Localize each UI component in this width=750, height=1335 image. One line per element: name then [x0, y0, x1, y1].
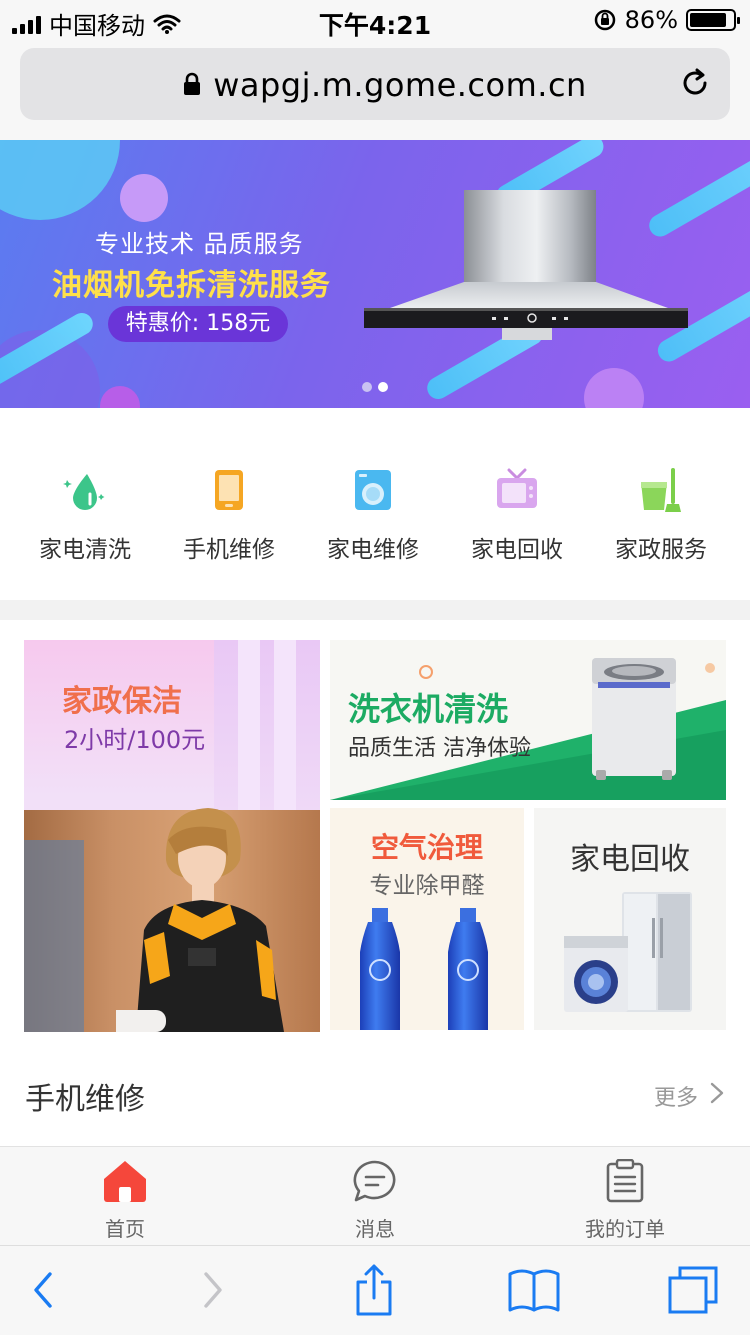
washing-machine-image: [592, 658, 676, 780]
browser-toolbar: [0, 1245, 750, 1335]
appliances-image: [564, 892, 692, 1012]
category-housekeeping[interactable]: 家政服务: [589, 466, 733, 564]
promo-title: 洗衣机清洗: [348, 690, 509, 728]
home-icon: [104, 1161, 146, 1202]
promo-subtitle: 品质生活 洁净体验: [348, 736, 531, 761]
carousel-dots: [362, 382, 388, 392]
category-label: 家政服务: [615, 537, 707, 563]
section-title: 手机维修: [25, 1082, 145, 1117]
promo-title: 空气治理: [370, 831, 483, 864]
promo-subtitle: 2小时/100元: [64, 726, 206, 754]
battery-percent: 86%: [624, 6, 678, 34]
category-appliance-repair[interactable]: 家电维修: [301, 466, 445, 564]
section-header-phone-repair: 手机维修 更多: [0, 1040, 750, 1146]
reload-icon[interactable]: [678, 66, 712, 100]
promo-subtitle: 专业除甲醛: [369, 873, 485, 899]
category-label: 家电清洗: [39, 537, 131, 563]
promo-banner[interactable]: 专业技术 品质服务 油烟机免拆清洗服务 特惠价: 158元: [0, 140, 750, 408]
tab-label: 我的订单: [585, 1217, 665, 1241]
banner-price-badge: 特惠价: 158元: [108, 306, 288, 342]
back-icon[interactable]: [16, 1264, 72, 1316]
banner-decoration: [100, 386, 140, 408]
category-phone-repair[interactable]: 手机维修: [157, 466, 301, 564]
promo-housekeeping[interactable]: 家政保洁 2小时/100元: [24, 640, 320, 1032]
status-bar: 中国移动 下午4:21 86%: [0, 0, 750, 42]
promo-decoration: [238, 640, 260, 810]
promo-decoration: [24, 840, 84, 1032]
address-bar[interactable]: wapgj.m.gome.com.cn: [20, 48, 730, 120]
washer-icon: [355, 470, 391, 510]
water-drop-icon: [63, 474, 105, 510]
order-list-icon: [606, 1158, 644, 1203]
banner-decoration: [120, 174, 168, 222]
bucket-mop-icon: [641, 468, 681, 512]
status-right-group: 86%: [593, 6, 740, 34]
carousel-dot[interactable]: [378, 382, 388, 392]
banner-tagline: 专业技术 品质服务: [95, 230, 304, 258]
app-tab-bar: 首页 消息 我的订单: [0, 1146, 750, 1245]
promo-decoration: [214, 640, 320, 810]
share-icon[interactable]: [346, 1264, 402, 1316]
category-appliance-recycling[interactable]: 家电回收: [445, 466, 589, 564]
tab-label: 首页: [105, 1217, 145, 1241]
more-link[interactable]: 更多: [654, 1080, 698, 1112]
tab-home[interactable]: 首页: [0, 1159, 250, 1242]
banner-decoration: [0, 140, 120, 220]
banner-decoration: [584, 368, 644, 408]
rotation-lock-icon: [594, 9, 615, 31]
browser-address-area: wapgj.m.gome.com.cn: [0, 42, 750, 141]
battery-icon: [686, 9, 740, 31]
tab-messages[interactable]: 消息: [250, 1159, 500, 1242]
housekeeper-image: [116, 808, 284, 1032]
banner-headline: 油烟机免拆清洗服务: [52, 268, 331, 303]
category-appliance-cleaning[interactable]: 家电清洗: [13, 466, 157, 564]
promo-decoration: [274, 640, 296, 810]
promo-air-treatment[interactable]: 空气治理 专业除甲醛: [330, 808, 524, 1030]
range-hood-image: [364, 190, 688, 340]
purifier-bottles-image: [360, 908, 488, 1030]
promo-appliance-recycling[interactable]: 家电回收: [534, 808, 726, 1030]
url-text[interactable]: wapgj.m.gome.com.cn: [20, 66, 750, 104]
promo-title: 家政保洁: [62, 684, 182, 719]
promo-washer-cleaning[interactable]: 洗衣机清洗 品质生活 洁净体验: [330, 640, 726, 800]
forward-icon[interactable]: [184, 1264, 240, 1316]
category-grid: 家电清洗 手机维修 家电维修 家电回收 家政服务: [0, 408, 750, 600]
promo-title: 家电回收: [570, 842, 690, 877]
tabs-icon[interactable]: [666, 1264, 722, 1316]
carousel-dot[interactable]: [362, 382, 372, 392]
category-label: 手机维修: [183, 537, 275, 563]
tab-my-orders[interactable]: 我的订单: [500, 1158, 750, 1242]
phone-icon: [215, 470, 243, 510]
category-label: 家电回收: [471, 537, 563, 563]
section-divider: [0, 600, 750, 620]
message-icon: [353, 1160, 396, 1202]
tab-label: 消息: [355, 1217, 395, 1241]
bookmarks-icon[interactable]: [506, 1264, 562, 1316]
category-label: 家电维修: [327, 537, 419, 563]
chevron-right-icon[interactable]: [710, 1082, 724, 1104]
tv-icon: [497, 468, 537, 508]
